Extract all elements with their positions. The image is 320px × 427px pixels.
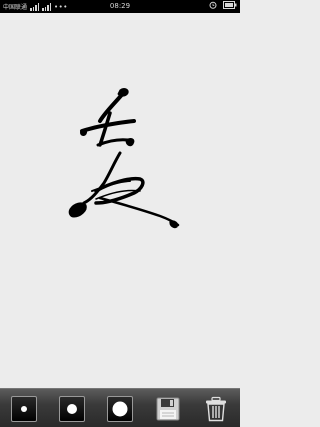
status-right <box>209 1 237 9</box>
medium-dot-brush-icon <box>67 404 77 414</box>
drawing-canvas[interactable] <box>0 13 240 388</box>
status-bar: 中国联通 ••• 08:29 <box>0 0 240 13</box>
alarm-icon <box>209 1 217 9</box>
small-brush-button[interactable] <box>11 396 37 422</box>
clear-button[interactable] <box>203 396 229 422</box>
large-brush-button[interactable] <box>107 396 133 422</box>
status-time: 08:29 <box>109 2 131 10</box>
bottom-toolbar <box>0 388 240 427</box>
floppy-disk-icon <box>156 397 180 421</box>
small-dot-brush-icon <box>21 406 27 412</box>
battery-icon <box>223 1 237 9</box>
calligraphy-stroke <box>68 88 180 229</box>
trash-can-icon <box>206 396 226 422</box>
large-dot-brush-icon <box>112 401 128 417</box>
save-button[interactable] <box>155 396 181 422</box>
medium-brush-button[interactable] <box>59 396 85 422</box>
